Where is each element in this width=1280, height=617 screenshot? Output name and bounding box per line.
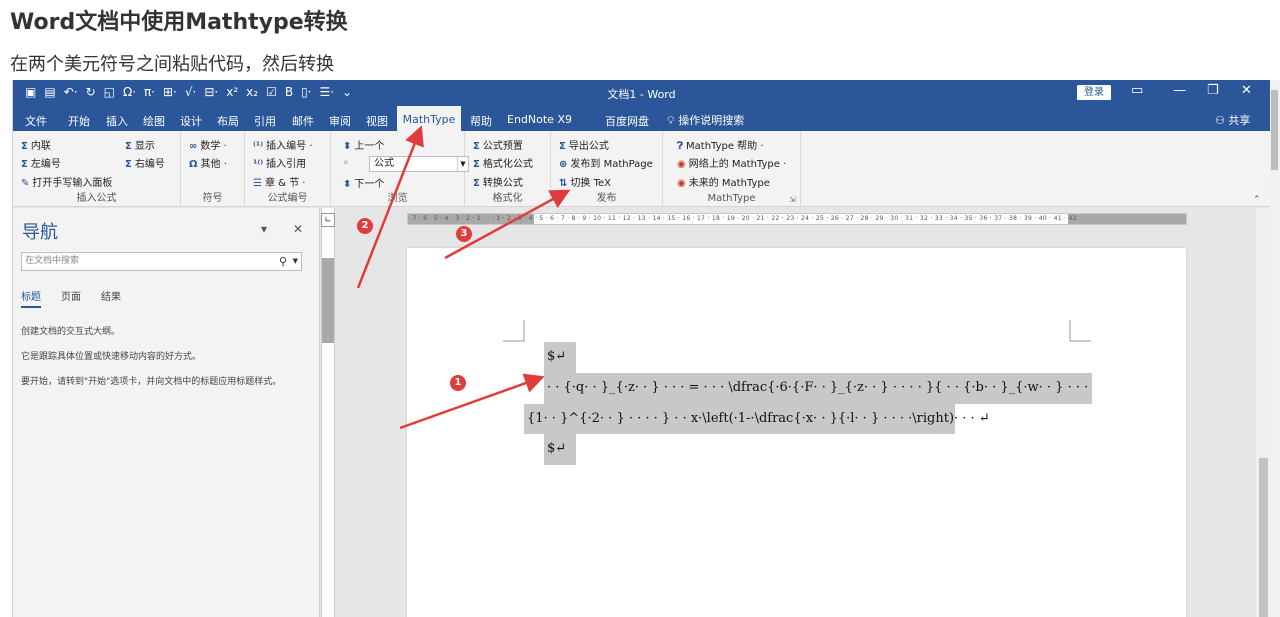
annotation-badge-1: 1	[450, 375, 466, 391]
annotation-badge-2: 2	[357, 218, 373, 234]
arrow-1	[399, 373, 545, 430]
arrow-3	[444, 189, 571, 260]
annotation-badge-3: 3	[456, 226, 472, 242]
annotation-arrows	[356, 125, 571, 430]
arrow-2	[356, 125, 424, 289]
